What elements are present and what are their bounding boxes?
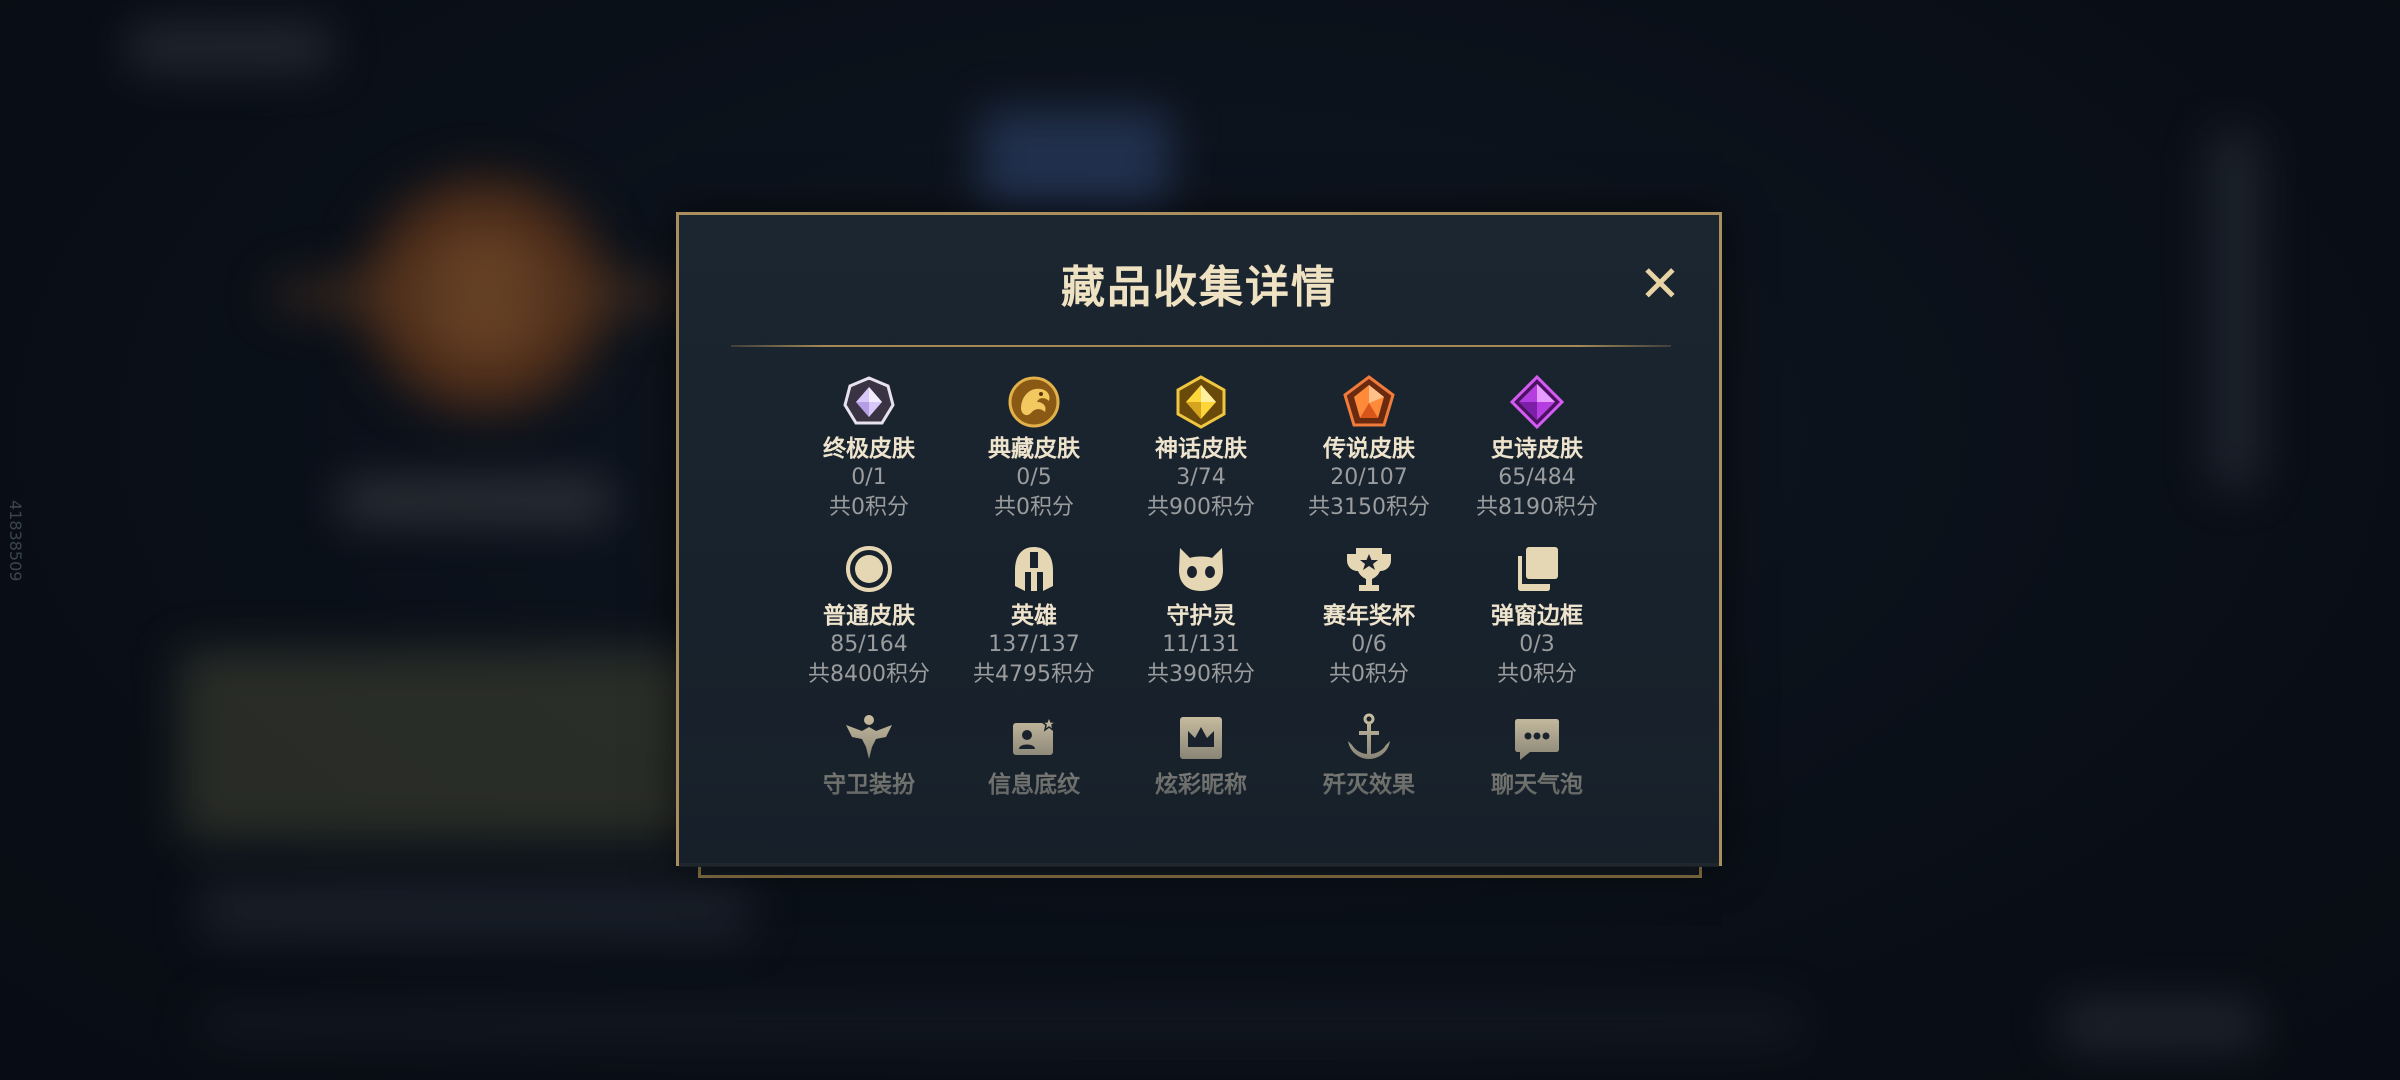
item-label: 守卫装扮 [823,772,915,798]
item-label: 信息底纹 [988,772,1080,798]
item-points: 共8190积分 [1476,495,1598,520]
item-count: 11/131 [1162,632,1240,657]
collector-dragon-icon [1008,376,1060,428]
frames-icon [1518,547,1558,591]
collection-item-legendary-skin[interactable]: 传说皮肤 20/107 共3150积分 [1289,375,1449,523]
crown-card-icon [1180,717,1222,759]
circle-icon [846,546,892,592]
collection-item-ultimate-skin[interactable]: 终极皮肤 0/1 共0积分 [789,375,949,523]
item-points: 共0积分 [1329,662,1409,687]
item-points: 共3150积分 [1308,495,1430,520]
item-label: 赛年奖杯 [1323,603,1415,629]
item-label: 歼灭效果 [1323,772,1415,798]
item-count: 85/164 [830,632,908,657]
item-label: 守护灵 [1166,603,1236,629]
item-points: 共900积分 [1147,495,1255,520]
item-label: 神话皮肤 [1155,436,1247,462]
item-label: 终极皮肤 [823,436,915,462]
collection-item-collector-skin[interactable]: 典藏皮肤 0/5 共0积分 [954,375,1114,523]
collection-item-colorful-nickname[interactable]: 炫彩昵称 [1121,711,1281,799]
item-count: 3/74 [1176,465,1226,490]
item-points: 共0积分 [1497,662,1577,687]
ultimate-gem-icon [843,376,895,425]
chat-bubble-icon [1515,719,1559,760]
item-label: 英雄 [1011,603,1057,629]
collection-grid: 终极皮肤 0/1 共0积分 典藏皮肤 0/5 共0积分 神话皮肤 3/74 共9… [679,215,1719,863]
item-count: 0/3 [1519,632,1555,657]
item-count: 0/1 [851,465,887,490]
collection-item-guardian-spirit[interactable]: 守护灵 11/131 共390积分 [1121,542,1281,690]
spirit-icon [1179,548,1223,591]
mythic-gem-icon [1176,375,1226,429]
legendary-gem-icon [1343,375,1395,427]
item-count: 137/137 [988,632,1080,657]
item-label: 聊天气泡 [1491,772,1583,798]
collection-item-ward-skin[interactable]: 守卫装扮 [789,711,949,799]
item-count: 20/107 [1330,465,1408,490]
item-label: 弹窗边框 [1491,603,1583,629]
item-points: 共8400积分 [808,662,930,687]
collection-details-modal: 藏品收集详情 ✕ 终极皮肤 0/1 共0积分 典藏皮肤 0/5 共0积分 神话皮… [676,212,1722,867]
collection-item-mythic-skin[interactable]: 神话皮肤 3/74 共900积分 [1121,375,1281,523]
collection-item-normal-skin[interactable]: 普通皮肤 85/164 共8400积分 [789,542,949,690]
collection-item-epic-skin[interactable]: 史诗皮肤 65/484 共8190积分 [1457,375,1617,523]
ward-icon [846,715,892,759]
item-count: 0/5 [1016,465,1052,490]
item-label: 典藏皮肤 [988,436,1080,462]
item-count: 65/484 [1498,465,1576,490]
item-points: 共4795积分 [973,662,1095,687]
item-label: 炫彩昵称 [1155,772,1247,798]
item-points: 共0积分 [994,495,1074,520]
side-id-text: 41838509 [6,500,25,582]
anchor-icon [1348,713,1390,759]
collection-item-season-trophy[interactable]: 赛年奖杯 0/6 共0积分 [1289,542,1449,690]
collection-item-elimination-effect[interactable]: 歼灭效果 [1289,711,1449,799]
collection-item-heroes[interactable]: 英雄 137/137 共4795积分 [954,542,1114,690]
profile-card-icon [1013,714,1059,755]
collection-item-profile-background[interactable]: 信息底纹 [954,711,1114,799]
item-label: 传说皮肤 [1323,436,1415,462]
item-count: 0/6 [1351,632,1387,657]
trophy-icon [1347,548,1391,591]
collection-item-chat-bubble[interactable]: 聊天气泡 [1457,711,1617,799]
item-label: 普通皮肤 [823,603,915,629]
collection-item-popup-frame[interactable]: 弹窗边框 0/3 共0积分 [1457,542,1617,690]
modal-bottom-edge [698,864,1702,878]
item-points: 共0积分 [829,495,909,520]
item-label: 史诗皮肤 [1491,436,1583,462]
helmet-icon [1015,547,1053,591]
epic-gem-icon [1510,375,1564,429]
item-points: 共390积分 [1147,662,1255,687]
